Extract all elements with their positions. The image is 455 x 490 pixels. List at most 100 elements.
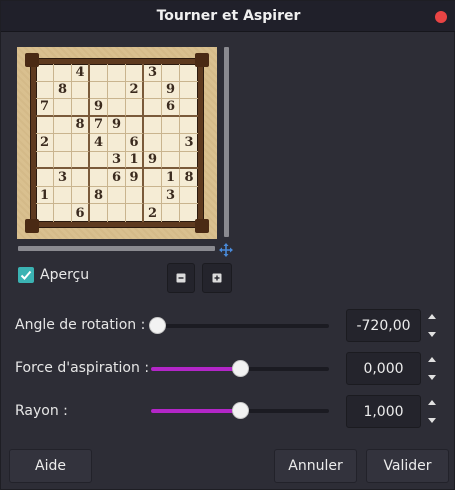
ok-button[interactable]: Valider (366, 449, 449, 483)
sudoku-cell (72, 186, 90, 205)
suction-force-slider[interactable] (151, 360, 329, 377)
preview-vertical-scrollbar[interactable] (224, 47, 229, 237)
sudoku-cell: 2 (126, 81, 144, 100)
sudoku-cell (72, 151, 90, 170)
radius-input[interactable]: 1,000 (346, 395, 421, 428)
slider-handle[interactable] (149, 317, 166, 334)
sudoku-cell (162, 64, 180, 82)
sudoku-cell (108, 186, 126, 205)
zoom-in-button[interactable] (202, 263, 232, 293)
sudoku-cell: 3 (54, 169, 72, 187)
sudoku-cell (72, 169, 90, 187)
sudoku-cell: 9 (126, 169, 144, 187)
check-icon (20, 270, 32, 280)
sudoku-cell (54, 134, 72, 152)
preview-checkbox[interactable] (18, 267, 34, 283)
dialog-window: Tourner et Aspirer 438297968792463319369… (0, 0, 455, 490)
cancel-button[interactable]: Annuler (274, 449, 357, 483)
frame-corner (25, 219, 39, 233)
dialog-title: Tourner et Aspirer (156, 8, 301, 24)
increment-button[interactable] (424, 395, 440, 410)
sudoku-cell (180, 82, 198, 100)
sudoku-cell (162, 204, 180, 222)
suction-force-spinner (424, 352, 440, 385)
sudoku-cell (36, 116, 54, 135)
sudoku-cell (36, 151, 54, 170)
sudoku-cell (180, 152, 198, 170)
rotation-angle-input[interactable]: -720,00 (346, 309, 421, 342)
sudoku-cell (90, 81, 108, 100)
sudoku-cell (108, 134, 126, 152)
decrement-button[interactable] (424, 370, 440, 385)
close-button[interactable] (435, 11, 447, 23)
slider-handle[interactable] (231, 360, 249, 377)
sudoku-cell (36, 169, 54, 187)
sudoku-cell (90, 151, 108, 170)
sudoku-cell (126, 204, 144, 222)
sudoku-cell (72, 81, 90, 100)
sudoku-cell (54, 99, 72, 117)
sudoku-cell (108, 204, 126, 222)
sudoku-cell (72, 99, 90, 117)
sudoku-cell (144, 99, 162, 117)
move-icon[interactable] (219, 242, 233, 257)
sudoku-cell: 6 (126, 134, 144, 152)
zoom-out-button[interactable] (167, 263, 195, 293)
frame-corner (195, 53, 209, 67)
suction-force-label: Force d'aspiration : (15, 360, 150, 376)
sudoku-cell: 1 (126, 151, 144, 170)
sudoku-grid: 4382979687924633193691818362 (36, 64, 198, 222)
sudoku-cell (180, 187, 198, 205)
slider-fill (151, 409, 240, 413)
sudoku-cell (126, 116, 144, 135)
sudoku-cell (72, 134, 90, 152)
sudoku-cell: 3 (180, 134, 198, 152)
rotation-angle-spinner (424, 309, 440, 342)
sudoku-cell (126, 186, 144, 205)
preview-toggle[interactable]: Aperçu (18, 267, 89, 283)
sudoku-cell: 8 (72, 116, 90, 135)
increment-button[interactable] (424, 352, 440, 367)
frame-corner (25, 53, 39, 67)
sudoku-cell: 6 (162, 99, 180, 117)
increment-button[interactable] (424, 309, 440, 324)
sudoku-cell: 6 (72, 204, 90, 222)
sudoku-cell (180, 99, 198, 117)
suction-force-input[interactable]: 0,000 (346, 352, 421, 385)
radius-slider[interactable] (151, 402, 329, 419)
help-button[interactable]: Aide (9, 449, 92, 483)
sudoku-cell: 4 (72, 64, 90, 82)
rotation-angle-slider[interactable] (149, 317, 329, 334)
sudoku-cell (162, 134, 180, 152)
title-bar[interactable]: Tourner et Aspirer (1, 1, 455, 32)
decrement-button[interactable] (424, 413, 440, 428)
sudoku-cell (162, 151, 180, 170)
sudoku-cell: 7 (36, 99, 54, 117)
sudoku-cell (180, 117, 198, 135)
sudoku-cell (36, 81, 54, 100)
sudoku-cell: 3 (144, 64, 162, 82)
decrement-button[interactable] (424, 327, 440, 342)
sudoku-cell: 9 (108, 116, 126, 135)
sudoku-cell: 8 (90, 186, 108, 205)
sudoku-cell (144, 169, 162, 187)
sudoku-cell: 8 (54, 81, 72, 100)
slider-handle[interactable] (231, 402, 249, 419)
preview-image[interactable]: 4382979687924633193691818362 (17, 47, 217, 239)
sudoku-cell: 3 (108, 151, 126, 170)
sudoku-cell (90, 169, 108, 187)
sudoku-cell (54, 64, 72, 82)
sudoku-cell: 6 (108, 169, 126, 187)
frame-corner (195, 219, 209, 233)
preview-horizontal-scrollbar[interactable] (18, 246, 215, 251)
sudoku-cell: 2 (144, 204, 162, 222)
sudoku-cell (108, 81, 126, 100)
sudoku-cell (90, 204, 108, 222)
sudoku-cell: 1 (36, 186, 54, 205)
zoom-in-icon (212, 273, 222, 283)
sudoku-cell (54, 151, 72, 170)
sudoku-cell (162, 116, 180, 135)
sudoku-cell (126, 64, 144, 82)
sudoku-cell (126, 99, 144, 117)
zoom-out-icon (176, 273, 186, 283)
